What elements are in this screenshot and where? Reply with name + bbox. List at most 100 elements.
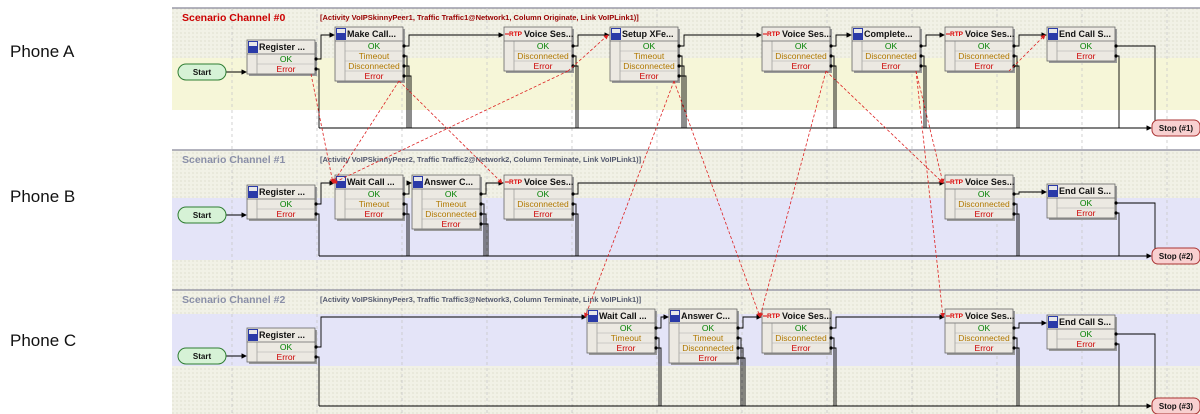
port-err[interactable]: Error xyxy=(882,61,901,71)
port-warn[interactable]: Timeout xyxy=(611,333,642,343)
port-err[interactable]: Error xyxy=(534,209,553,219)
port-ok[interactable]: OK xyxy=(537,189,550,199)
port-err[interactable]: Error xyxy=(975,61,994,71)
port-err[interactable]: Error xyxy=(617,343,636,353)
port-warn[interactable]: Disconnected xyxy=(623,61,675,71)
svg-text:RTP: RTP xyxy=(767,313,781,320)
port-warn[interactable]: Disconnected xyxy=(517,51,569,61)
activity-block[interactable]: End Call S... OKError xyxy=(1046,26,1118,63)
port-err[interactable]: Error xyxy=(442,219,461,229)
port-ok[interactable]: OK xyxy=(1080,198,1093,208)
port-err[interactable]: Error xyxy=(792,61,811,71)
port-ok[interactable]: OK xyxy=(368,41,381,51)
activity-block[interactable]: RTP Voice Ses... OKDisconnectedError xyxy=(944,308,1016,355)
activity-block[interactable]: Make Call... OKTimeoutDisconnectedError xyxy=(334,26,406,83)
port-warn[interactable]: Disconnected xyxy=(348,61,400,71)
stop-node[interactable]: Stop (#1) xyxy=(1151,119,1200,137)
start-node[interactable]: Start xyxy=(177,206,227,224)
port-err[interactable]: Error xyxy=(699,353,718,363)
activity-block[interactable]: Wait Call ... OKTimeoutError xyxy=(334,174,406,221)
stop-label: Stop (#1) xyxy=(1159,124,1194,133)
port-err[interactable]: Error xyxy=(640,71,659,81)
port-err[interactable]: Error xyxy=(277,209,296,219)
port-ok[interactable]: OK xyxy=(620,323,633,333)
port-ok[interactable]: OK xyxy=(445,189,458,199)
activity-block[interactable]: RTP Voice Ses... OKDisconnectedError xyxy=(761,308,833,355)
port-warn[interactable]: Timeout xyxy=(693,333,724,343)
row-label-phone-c: Phone C xyxy=(10,331,77,350)
port-warn[interactable]: Disconnected xyxy=(865,51,917,61)
port-warn[interactable]: Disconnected xyxy=(775,51,827,61)
port-warn[interactable]: Timeout xyxy=(634,51,665,61)
port-ok[interactable]: OK xyxy=(795,41,808,51)
port-ok[interactable]: OK xyxy=(978,41,991,51)
activity-block[interactable]: Setup XFe... OKTimeoutDisconnectedError xyxy=(609,26,681,83)
block-title: Register ... xyxy=(259,330,305,340)
port-err[interactable]: Error xyxy=(365,71,384,81)
activity-block[interactable]: Register ... OKError xyxy=(246,327,318,364)
port-warn[interactable]: Disconnected xyxy=(958,199,1010,209)
port-warn[interactable]: Disconnected xyxy=(682,343,734,353)
port-warn[interactable]: Disconnected xyxy=(958,333,1010,343)
port-warn[interactable]: Disconnected xyxy=(517,199,569,209)
activity-block[interactable]: RTP Voice Ses... OKDisconnectedError xyxy=(944,26,1016,73)
port-ok[interactable]: OK xyxy=(368,189,381,199)
activity-block[interactable]: End Call S... OKError xyxy=(1046,314,1118,351)
svg-text:RTP: RTP xyxy=(950,313,964,320)
hl-icon xyxy=(248,186,258,198)
activity-block[interactable]: Complete... OKDisconnectedError xyxy=(851,26,923,73)
port-err[interactable]: Error xyxy=(975,209,994,219)
port-ok[interactable]: OK xyxy=(702,323,715,333)
block-title: Setup XFe... xyxy=(622,29,674,39)
channel-title: Scenario Channel #1 xyxy=(182,154,285,166)
activity-block[interactable]: RTP Voice Ses... OKDisconnectedError xyxy=(944,174,1016,221)
activity-block[interactable]: RTP Voice Ses... OKDisconnectedError xyxy=(761,26,833,73)
stop-label: Stop (#3) xyxy=(1159,402,1194,411)
port-warn[interactable]: Disconnected xyxy=(425,209,477,219)
hl-icon xyxy=(670,310,680,322)
svg-text:RTP: RTP xyxy=(509,179,523,186)
port-ok[interactable]: OK xyxy=(795,323,808,333)
activity-block[interactable]: Wait Call ... OKTimeoutError xyxy=(586,308,658,355)
port-ok[interactable]: OK xyxy=(978,323,991,333)
start-node[interactable]: Start xyxy=(177,63,227,81)
stop-node[interactable]: Stop (#3) xyxy=(1151,397,1200,414)
block-title: Register ... xyxy=(259,42,305,52)
port-err[interactable]: Error xyxy=(1077,208,1096,218)
port-err[interactable]: Error xyxy=(975,343,994,353)
port-warn[interactable]: Timeout xyxy=(436,199,467,209)
port-err[interactable]: Error xyxy=(277,352,296,362)
port-warn[interactable]: Timeout xyxy=(359,199,390,209)
port-err[interactable]: Error xyxy=(277,64,296,74)
activity-block[interactable]: RTP Voice Ses... OKDisconnectedError xyxy=(503,174,575,221)
port-ok[interactable]: OK xyxy=(885,41,898,51)
scenario-diagram-canvas[interactable]: Scenario Channel #0 [Activity VoIPSkinnyP… xyxy=(172,0,1200,414)
activity-block[interactable]: Register ... OKError xyxy=(246,184,318,221)
port-err[interactable]: Error xyxy=(534,61,553,71)
port-ok[interactable]: OK xyxy=(280,54,293,64)
port-ok[interactable]: OK xyxy=(1080,329,1093,339)
port-ok[interactable]: OK xyxy=(280,342,293,352)
port-warn[interactable]: Disconnected xyxy=(958,51,1010,61)
port-err[interactable]: Error xyxy=(792,343,811,353)
activity-block[interactable]: RTP Voice Ses... OKDisconnectedError xyxy=(503,26,575,73)
port-ok[interactable]: OK xyxy=(643,41,656,51)
start-node[interactable]: Start xyxy=(177,347,227,365)
port-ok[interactable]: OK xyxy=(1080,41,1093,51)
stop-node[interactable]: Stop (#2) xyxy=(1151,247,1200,265)
activity-block[interactable]: End Call S... OKError xyxy=(1046,183,1118,220)
activity-block[interactable]: Answer C... OKTimeoutDisconnectedError xyxy=(668,308,740,365)
port-err[interactable]: Error xyxy=(1077,339,1096,349)
activity-block[interactable]: Register ... OKError xyxy=(246,39,318,76)
port-ok[interactable]: OK xyxy=(537,41,550,51)
activity-block[interactable]: Answer C... OKTimeoutDisconnectedError xyxy=(411,174,483,231)
row-label-phone-b: Phone B xyxy=(10,187,76,206)
port-warn[interactable]: Timeout xyxy=(359,51,390,61)
block-title: End Call S... xyxy=(1059,29,1111,39)
port-ok[interactable]: OK xyxy=(280,199,293,209)
port-ok[interactable]: OK xyxy=(978,189,991,199)
port-warn[interactable]: Disconnected xyxy=(775,333,827,343)
svg-text:RTP: RTP xyxy=(509,31,523,38)
port-err[interactable]: Error xyxy=(365,209,384,219)
port-err[interactable]: Error xyxy=(1077,51,1096,61)
